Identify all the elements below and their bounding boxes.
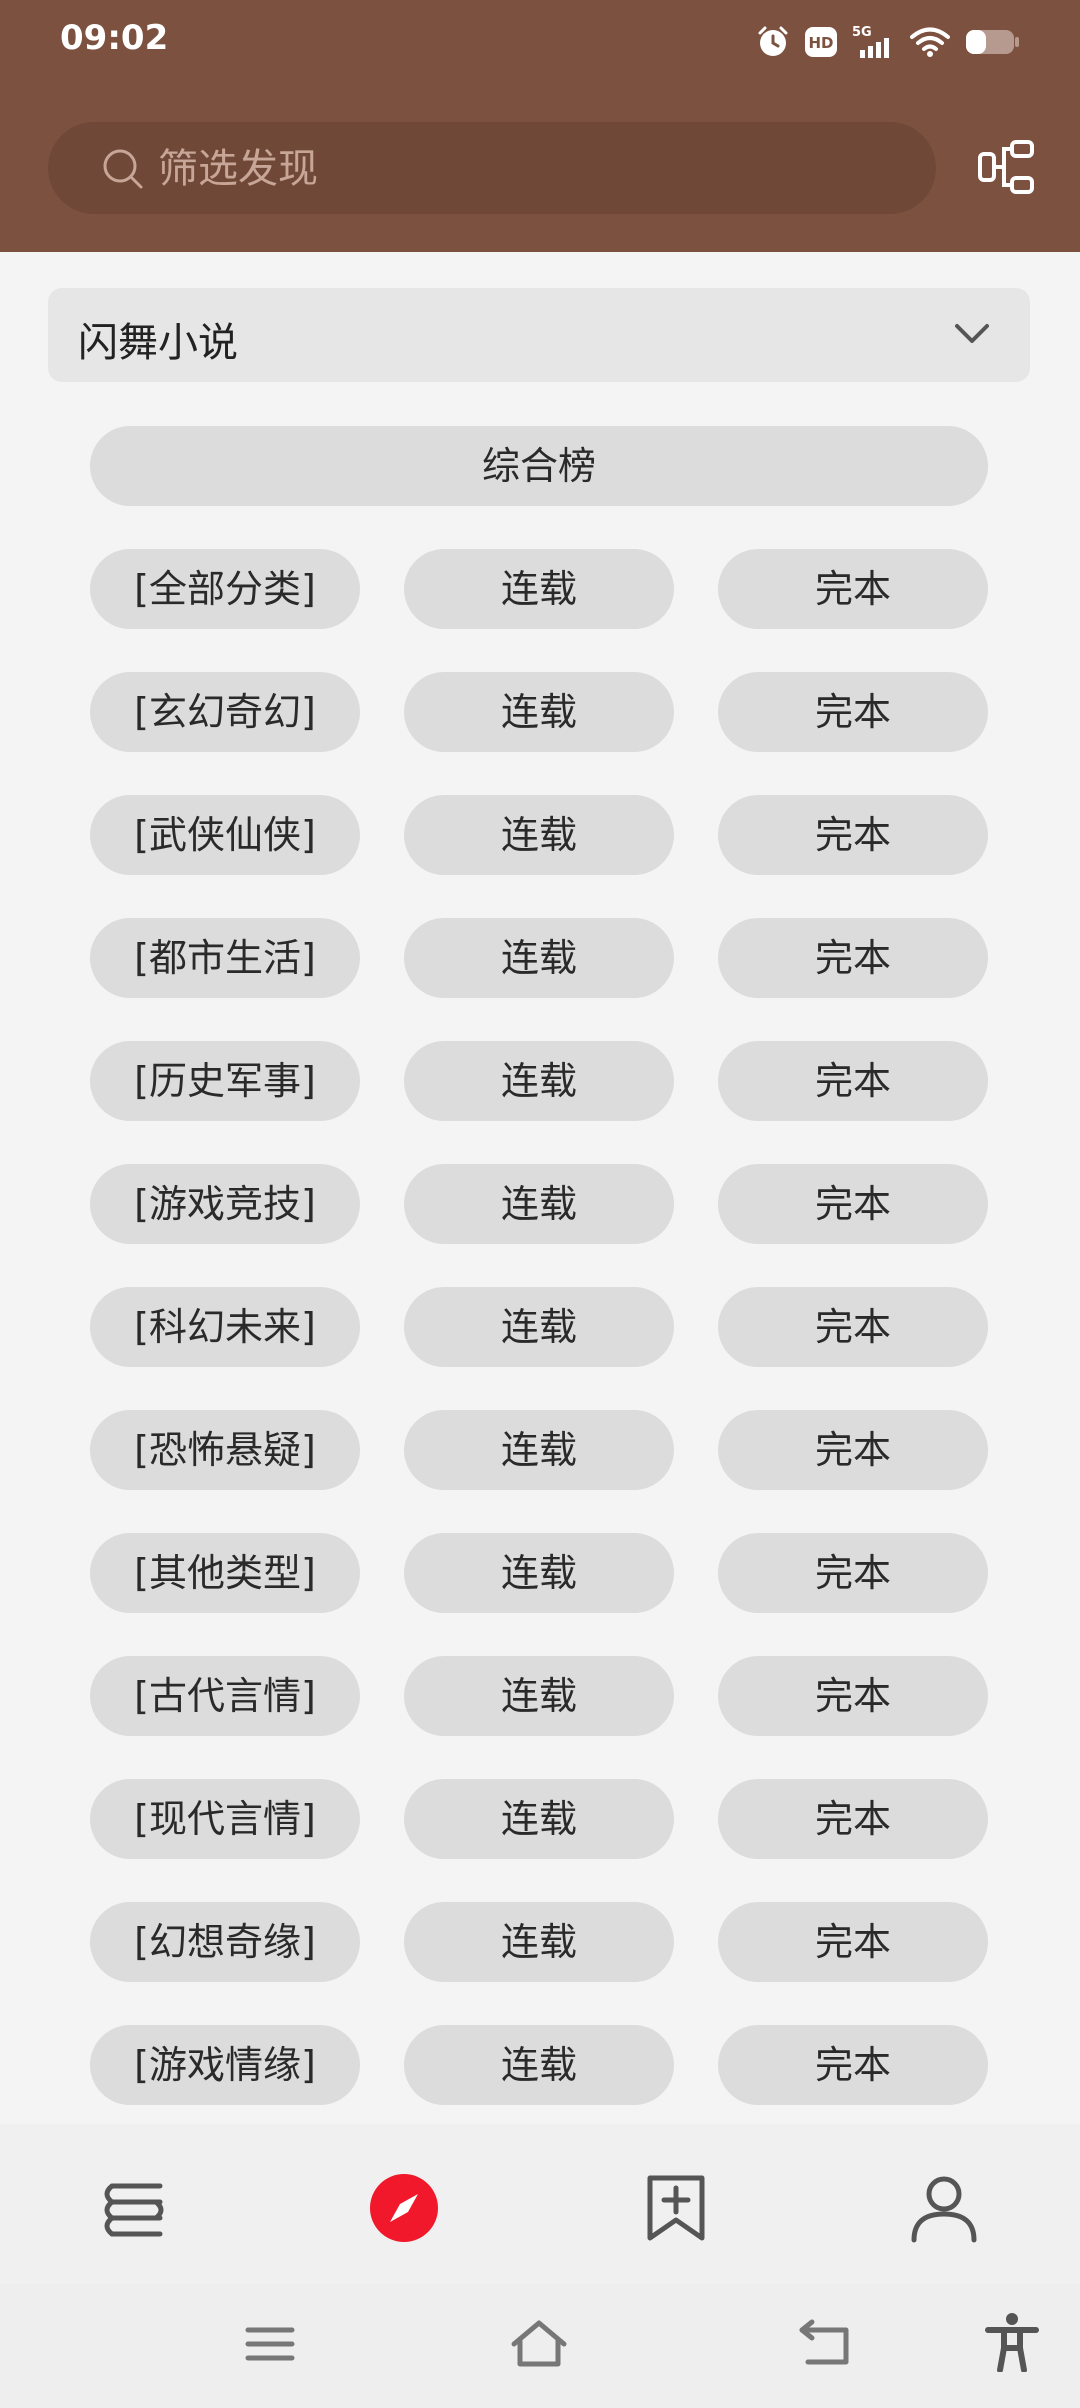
search-input[interactable] — [156, 140, 900, 198]
back-icon[interactable] — [798, 2318, 852, 2370]
bookmark-add-icon[interactable] — [640, 2172, 712, 2244]
ongoing-button[interactable]: 连载 — [404, 2025, 674, 2105]
ongoing-button[interactable]: 连载 — [404, 1041, 674, 1121]
category-button[interactable]: [其他类型] — [90, 1533, 360, 1613]
category-button[interactable]: [游戏情缘] — [90, 2025, 360, 2105]
search-icon — [103, 149, 143, 189]
alarm-icon — [758, 26, 788, 56]
completed-button[interactable]: 完本 — [718, 795, 988, 875]
category-button[interactable]: [玄幻奇幻] — [90, 672, 360, 752]
ongoing-button[interactable]: 连载 — [404, 1410, 674, 1490]
completed-button[interactable]: 完本 — [718, 1533, 988, 1613]
hd-text: HD — [808, 34, 833, 52]
ongoing-button[interactable]: 连载 — [404, 1656, 674, 1736]
discover-compass-icon[interactable] — [368, 2172, 440, 2244]
source-dropdown[interactable]: 闪舞小说 — [48, 288, 1030, 382]
ongoing-button[interactable]: 连载 — [404, 1779, 674, 1859]
status-time: 09:02 — [60, 18, 169, 58]
search-bar[interactable] — [48, 122, 936, 214]
ongoing-button[interactable]: 连载 — [404, 1902, 674, 1982]
category-button[interactable]: [武侠仙侠] — [90, 795, 360, 875]
battery-icon — [966, 30, 1019, 54]
category-button[interactable]: [全部分类] — [90, 549, 360, 629]
wifi-icon — [910, 27, 950, 57]
completed-button[interactable]: 完本 — [718, 1287, 988, 1367]
status-icons: HD 5G — [756, 22, 1020, 62]
category-button[interactable]: [科幻未来] — [90, 1287, 360, 1367]
network-type-text: 5G — [852, 25, 872, 40]
home-icon[interactable] — [510, 2318, 568, 2370]
profile-icon[interactable] — [908, 2172, 980, 2244]
ongoing-button[interactable]: 连载 — [404, 795, 674, 875]
system-navigation-bar — [0, 2284, 1080, 2408]
signal-5g-icon: 5G — [852, 25, 889, 58]
status-bar: 09:02 HD 5G — [0, 0, 1080, 80]
hd-icon: HD — [805, 27, 837, 57]
ongoing-button[interactable]: 连载 — [404, 1533, 674, 1613]
ongoing-button[interactable]: 连载 — [404, 1164, 674, 1244]
completed-button[interactable]: 完本 — [718, 672, 988, 752]
category-button[interactable]: [都市生活] — [90, 918, 360, 998]
completed-button[interactable]: 完本 — [718, 1902, 988, 1982]
category-button[interactable]: [历史军事] — [90, 1041, 360, 1121]
overall-ranking-button[interactable]: 综合榜 — [90, 426, 988, 506]
ongoing-button[interactable]: 连载 — [404, 918, 674, 998]
category-button[interactable]: [古代言情] — [90, 1656, 360, 1736]
category-button[interactable]: [现代言情] — [90, 1779, 360, 1859]
completed-button[interactable]: 完本 — [718, 1779, 988, 1859]
completed-button[interactable]: 完本 — [718, 918, 988, 998]
bottom-navigation — [0, 2124, 1080, 2284]
completed-button[interactable]: 完本 — [718, 549, 988, 629]
category-button[interactable]: [游戏竞技] — [90, 1164, 360, 1244]
app-header: 09:02 HD 5G — [0, 0, 1080, 252]
completed-button[interactable]: 完本 — [718, 1041, 988, 1121]
ongoing-button[interactable]: 连载 — [404, 1287, 674, 1367]
menu-icon[interactable] — [244, 2318, 296, 2370]
ongoing-button[interactable]: 连载 — [404, 549, 674, 629]
completed-button[interactable]: 完本 — [718, 1164, 988, 1244]
layout-toggle-icon[interactable] — [976, 138, 1036, 198]
ongoing-button[interactable]: 连载 — [404, 672, 674, 752]
completed-button[interactable]: 完本 — [718, 1656, 988, 1736]
bookshelf-icon[interactable] — [98, 2172, 170, 2244]
accessibility-icon[interactable] — [984, 2312, 1040, 2372]
completed-button[interactable]: 完本 — [718, 2025, 988, 2105]
category-button[interactable]: [幻想奇缘] — [90, 1902, 360, 1982]
category-button[interactable]: [恐怖悬疑] — [90, 1410, 360, 1490]
completed-button[interactable]: 完本 — [718, 1410, 988, 1490]
chevron-down-icon — [955, 324, 989, 343]
source-dropdown-value: 闪舞小说 — [78, 320, 238, 366]
